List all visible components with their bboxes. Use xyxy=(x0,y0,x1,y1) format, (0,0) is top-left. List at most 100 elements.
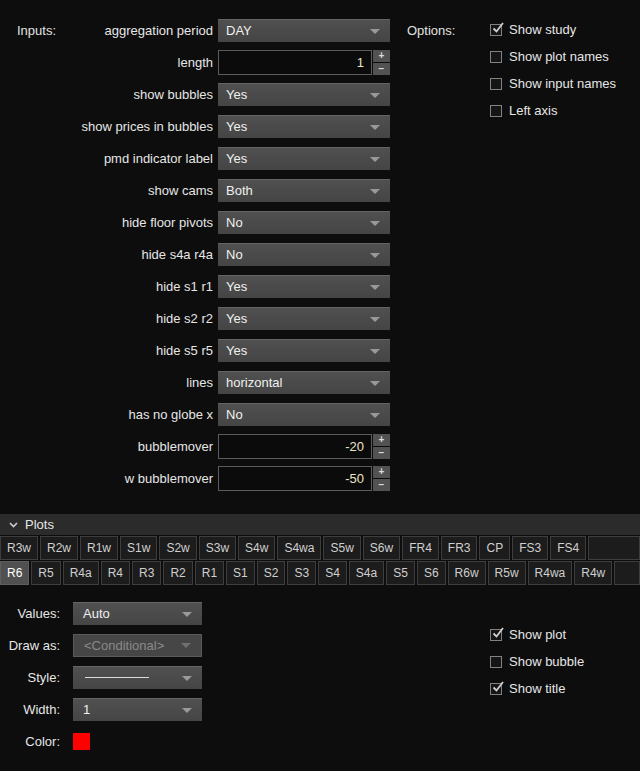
select-value: 1 xyxy=(83,702,90,717)
left-axis-checkbox[interactable] xyxy=(490,105,502,117)
plot-tab-s4[interactable]: S4 xyxy=(318,561,347,585)
has-no-globe-x-select[interactable]: No xyxy=(218,403,390,426)
checkbox-label: Left axis xyxy=(509,103,557,118)
plot-tab-s4w[interactable]: S4w xyxy=(238,536,275,560)
show-cams-select[interactable]: Both xyxy=(218,179,390,202)
show-input-names-checkbox[interactable] xyxy=(490,78,502,90)
plot-tab-r2w[interactable]: R2w xyxy=(40,536,78,560)
number-value: 1 xyxy=(357,55,364,70)
plot-tab-s5w[interactable]: S5w xyxy=(323,536,360,560)
select-value: Both xyxy=(226,183,253,198)
hide-s1-r1-select[interactable]: Yes xyxy=(218,275,390,298)
chevron-down-icon xyxy=(181,643,191,648)
checkbox-row: Show plot names xyxy=(490,43,616,70)
plot-tab-cp[interactable]: CP xyxy=(479,536,510,560)
show-title-checkbox[interactable] xyxy=(490,683,502,695)
plot-tab-s3[interactable]: S3 xyxy=(287,561,316,585)
plot-tab-s6[interactable]: S6 xyxy=(417,561,446,585)
plot-tab-fs4[interactable]: FS4 xyxy=(550,536,586,560)
plot-tab-r2[interactable]: R2 xyxy=(163,561,192,585)
plot-tab-r1[interactable]: R1 xyxy=(195,561,224,585)
show-prices-in-bubbles-select[interactable]: Yes xyxy=(218,115,390,138)
plot-tabs-row-1: R3w R2w R1w S1w S2w S3w S4w S4wa S5w S6w… xyxy=(0,536,640,560)
style-label: Style: xyxy=(0,670,60,685)
plots-section-header[interactable]: Plots xyxy=(0,514,640,535)
plot-tab-s4wa[interactable]: S4wa xyxy=(277,536,321,560)
plot-tab-s4a[interactable]: S4a xyxy=(349,561,384,585)
chevron-down-icon xyxy=(370,157,380,162)
increment-button[interactable]: + xyxy=(373,466,390,478)
number-field[interactable]: -20 xyxy=(218,434,372,459)
decrement-button[interactable]: − xyxy=(373,447,390,459)
plot-tab-r3w[interactable]: R3w xyxy=(0,536,38,560)
plot-tab-r1w[interactable]: R1w xyxy=(80,536,118,560)
chevron-down-icon xyxy=(182,612,192,617)
show-plot-checkbox[interactable] xyxy=(490,629,502,641)
select-value: Yes xyxy=(226,119,247,134)
plot-tab-r6[interactable]: R6 xyxy=(0,561,29,585)
decrement-button[interactable]: − xyxy=(373,63,390,75)
input-row: bubblemover -20 + − xyxy=(0,430,390,462)
checkbox-label: Show plot names xyxy=(509,49,609,64)
plot-tab-s2[interactable]: S2 xyxy=(257,561,286,585)
number-field[interactable]: -50 xyxy=(218,466,372,491)
width-select[interactable]: 1 xyxy=(73,698,202,721)
input-row: hide s5 r5 Yes xyxy=(0,334,390,366)
plot-tab-r4w[interactable]: R4w xyxy=(574,561,612,585)
plot-tab-r6w[interactable]: R6w xyxy=(448,561,486,585)
setting-row: Width: 1 xyxy=(0,693,202,725)
input-label: hide s2 r2 xyxy=(0,311,213,326)
plot-tab-s5[interactable]: S5 xyxy=(386,561,415,585)
show-bubble-checkbox[interactable] xyxy=(490,656,502,668)
input-label: pmd indicator label xyxy=(0,151,213,166)
plot-tab-s6w[interactable]: S6w xyxy=(363,536,400,560)
values-select[interactable]: Auto xyxy=(73,602,202,625)
tab-filler xyxy=(588,536,640,560)
plot-tab-s3w[interactable]: S3w xyxy=(199,536,236,560)
draw-as-label: Draw as: xyxy=(0,638,60,653)
select-value: DAY xyxy=(226,23,252,38)
show-study-checkbox[interactable] xyxy=(490,24,502,36)
show-bubbles-select[interactable]: Yes xyxy=(218,83,390,106)
plot-tab-r3[interactable]: R3 xyxy=(132,561,161,585)
plot-tab-s1[interactable]: S1 xyxy=(226,561,255,585)
input-row: pmd indicator label Yes xyxy=(0,142,390,174)
color-swatch[interactable] xyxy=(73,733,90,750)
input-label: aggregation period xyxy=(0,23,213,38)
tab-filler xyxy=(614,561,640,585)
number-field[interactable]: 1 xyxy=(218,50,372,75)
plot-tab-s2w[interactable]: S2w xyxy=(159,536,196,560)
plot-tab-fs3[interactable]: FS3 xyxy=(512,536,548,560)
plot-tab-s1w[interactable]: S1w xyxy=(120,536,157,560)
plot-tab-r5[interactable]: R5 xyxy=(31,561,60,585)
plot-tab-r4wa[interactable]: R4wa xyxy=(528,561,573,585)
increment-button[interactable]: + xyxy=(373,50,390,62)
checkbox-label: Show plot xyxy=(509,627,566,642)
plot-tab-r5w[interactable]: R5w xyxy=(488,561,526,585)
style-select[interactable] xyxy=(73,666,202,689)
aggregation-period-select[interactable]: DAY xyxy=(218,19,390,42)
hide-s4a-r4a-select[interactable]: No xyxy=(218,243,390,266)
checkbox-label: Show bubble xyxy=(509,654,584,669)
input-label: w bubblemover xyxy=(0,471,213,486)
increment-button[interactable]: + xyxy=(373,434,390,446)
chevron-down-icon xyxy=(370,29,380,34)
show-plot-names-checkbox[interactable] xyxy=(490,51,502,63)
pmd-indicator-label-select[interactable]: Yes xyxy=(218,147,390,170)
input-label: length xyxy=(0,55,213,70)
hide-s5-r5-select[interactable]: Yes xyxy=(218,339,390,362)
plot-tab-fr3[interactable]: FR3 xyxy=(441,536,478,560)
checkbox-label: Show title xyxy=(509,681,565,696)
input-row: show bubbles Yes xyxy=(0,78,390,110)
chevron-down-icon xyxy=(370,189,380,194)
hide-s2-r2-select[interactable]: Yes xyxy=(218,307,390,330)
plot-tab-r4[interactable]: R4 xyxy=(101,561,130,585)
number-value: -50 xyxy=(345,471,364,486)
input-label: has no globe x xyxy=(0,407,213,422)
plot-tab-r4a[interactable]: R4a xyxy=(63,561,99,585)
input-label: bubblemover xyxy=(0,439,213,454)
plot-tab-fr4[interactable]: FR4 xyxy=(402,536,439,560)
decrement-button[interactable]: − xyxy=(373,479,390,491)
lines-select[interactable]: horizontal xyxy=(218,371,390,394)
hide-floor-pivots-select[interactable]: No xyxy=(218,211,390,234)
